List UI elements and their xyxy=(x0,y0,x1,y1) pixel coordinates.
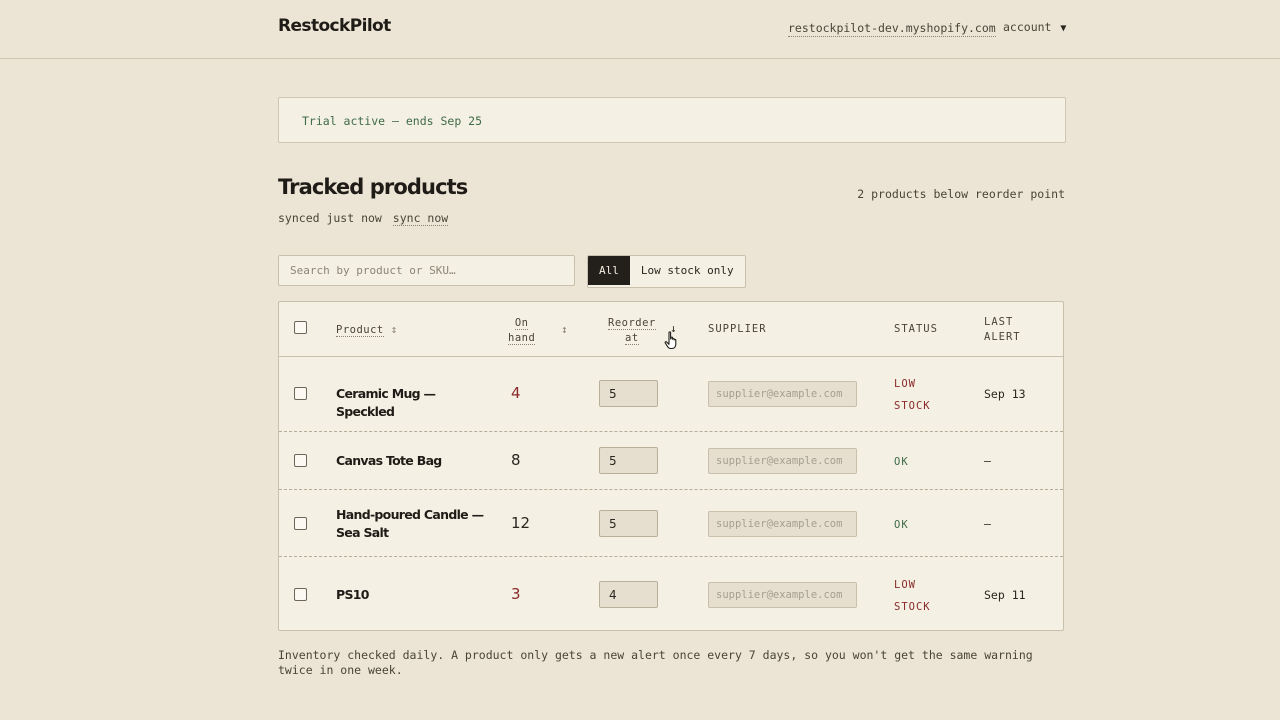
product-name: PS10 xyxy=(336,587,369,602)
top-bar: RestockPilot restockpilot-dev.myshopify.… xyxy=(0,0,1280,59)
on-hand-value: 8 xyxy=(511,451,521,469)
reorder-at-input[interactable] xyxy=(599,380,658,407)
on-hand-value: 4 xyxy=(511,384,521,402)
account-label: account xyxy=(1003,20,1052,34)
row-checkbox[interactable] xyxy=(294,517,307,530)
row-checkbox[interactable] xyxy=(294,588,307,601)
synced-text: synced just now xyxy=(278,211,382,225)
column-supplier: SUPPLIER xyxy=(708,323,767,335)
trial-text: Trial active — ends Sep 25 xyxy=(302,114,483,128)
column-reorder-label-1: Reorder xyxy=(608,317,656,330)
column-product[interactable]: Product ↕ xyxy=(336,323,398,337)
brand-logo[interactable]: RestockPilot xyxy=(278,16,391,36)
account-menu[interactable]: account ▼ xyxy=(1003,20,1066,34)
sync-now-link[interactable]: sync now xyxy=(392,211,449,226)
store-domain-link[interactable]: restockpilot-dev.myshopify.com xyxy=(788,21,996,37)
product-name: Hand-poured Candle — Sea Salt xyxy=(336,507,484,540)
column-on-hand-label-2: hand xyxy=(508,332,536,345)
row-checkbox[interactable] xyxy=(294,387,307,400)
status-badge: LOW STOCK xyxy=(894,574,944,618)
table-row: Ceramic Mug — Speckled 4 LOW STOCK Sep 1… xyxy=(279,356,1063,432)
last-alert-date: — xyxy=(984,454,991,468)
column-last-alert-label-1: LAST xyxy=(984,316,1014,328)
status-badge: OK xyxy=(894,456,909,468)
last-alert-date: Sep 13 xyxy=(984,387,1026,401)
page-title: Tracked products xyxy=(278,175,468,199)
reorder-at-input[interactable] xyxy=(599,510,658,537)
table-row: PS10 3 LOW STOCK Sep 11 xyxy=(279,557,1063,631)
status-line-2: STOCK xyxy=(894,601,931,613)
column-on-hand-sort[interactable]: ↕ xyxy=(561,323,568,336)
on-hand-value: 3 xyxy=(511,585,521,603)
caret-down-icon: ▼ xyxy=(1060,23,1067,34)
reorder-at-input[interactable] xyxy=(599,447,658,474)
select-all-checkbox[interactable] xyxy=(294,321,307,334)
search-input[interactable] xyxy=(278,255,575,286)
product-name: Canvas Tote Bag xyxy=(336,453,442,468)
table-row: Canvas Tote Bag 8 OK — xyxy=(279,432,1063,490)
filter-all-button[interactable]: All xyxy=(588,256,630,285)
supplier-email-input[interactable] xyxy=(708,582,857,608)
last-alert-date: Sep 11 xyxy=(984,588,1026,602)
row-checkbox[interactable] xyxy=(294,454,307,467)
last-alert-date: — xyxy=(984,517,991,531)
column-reorder-label-2: at xyxy=(625,332,639,345)
column-product-label: Product xyxy=(336,324,384,337)
supplier-email-input[interactable] xyxy=(708,511,857,537)
supplier-email-input[interactable] xyxy=(708,381,857,407)
status-badge: LOW STOCK xyxy=(894,373,944,417)
column-last-alert: LAST ALERT xyxy=(984,315,1021,345)
product-name: Ceramic Mug — Speckled xyxy=(336,386,436,419)
sort-both-icon: ↕ xyxy=(390,323,398,336)
status-badge: OK xyxy=(894,519,909,531)
sort-both-icon: ↕ xyxy=(561,323,568,336)
status-line-1: LOW xyxy=(894,579,916,591)
status-line-2: STOCK xyxy=(894,400,931,412)
trial-banner: Trial active — ends Sep 25 xyxy=(278,97,1066,143)
column-last-alert-label-2: ALERT xyxy=(984,331,1021,343)
pointer-cursor-icon xyxy=(664,331,677,350)
table-row: Hand-poured Candle — Sea Salt 12 OK — xyxy=(279,490,1063,557)
supplier-email-input[interactable] xyxy=(708,448,857,474)
filter-low-stock-button[interactable]: Low stock only xyxy=(630,256,745,285)
column-reorder-at[interactable]: Reorder at xyxy=(608,316,656,346)
column-status: STATUS xyxy=(894,323,938,335)
sync-status: synced just now sync now xyxy=(278,211,449,226)
on-hand-value: 12 xyxy=(511,514,531,532)
reorder-at-input[interactable] xyxy=(599,581,658,608)
column-on-hand-label-1: On xyxy=(514,317,529,330)
status-line-1: LOW xyxy=(894,378,916,390)
below-reorder-count: 2 products below reorder point xyxy=(857,187,1065,201)
footnote: Inventory checked daily. A product only … xyxy=(278,648,1033,677)
column-on-hand[interactable]: On hand xyxy=(508,316,536,346)
stock-filter-toggle: All Low stock only xyxy=(587,255,746,288)
